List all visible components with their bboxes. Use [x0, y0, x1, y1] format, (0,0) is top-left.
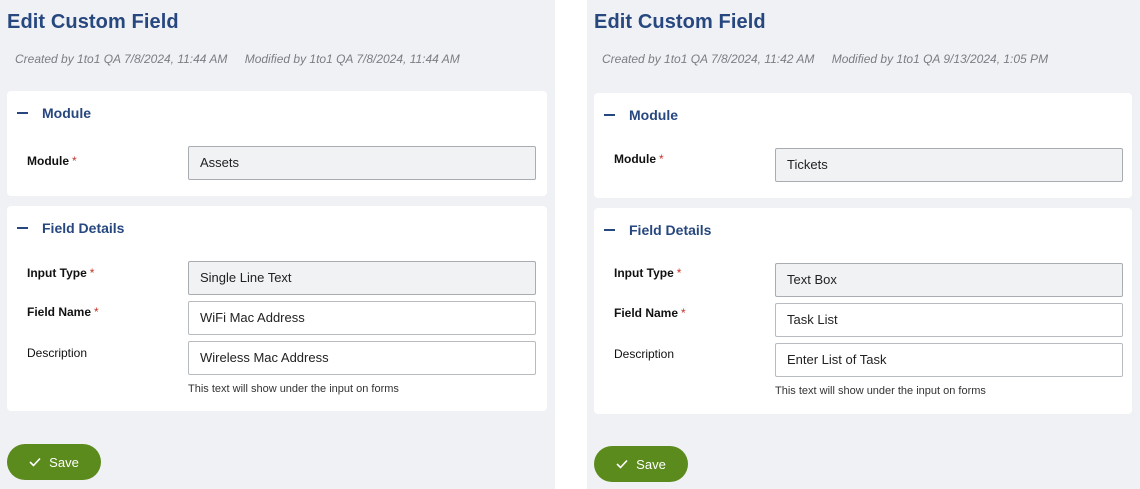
field-name-label: Field Name * — [614, 306, 686, 320]
module-section-toggle[interactable]: Module — [602, 107, 678, 123]
module-field: Assets — [188, 146, 536, 180]
module-section-toggle[interactable]: Module — [15, 105, 91, 121]
save-label: Save — [636, 456, 666, 472]
check-icon — [616, 459, 628, 469]
input-type-label: Input Type * — [614, 266, 682, 280]
section-title: Field Details — [42, 220, 125, 236]
input-type-label: Input Type * — [27, 266, 95, 280]
collapse-icon — [17, 112, 28, 114]
description-label: Description — [614, 347, 675, 361]
audit-info: Created by 1to1 QA 7/8/2024, 11:44 AM Mo… — [15, 52, 460, 66]
section-title: Module — [42, 105, 91, 121]
required-marker: * — [659, 152, 664, 166]
required-marker: * — [681, 306, 686, 320]
field-details-card: Field Details Input Type * Single Line Te… — [7, 206, 547, 411]
created-info: Created by 1to1 QA 7/8/2024, 11:42 AM — [602, 52, 815, 66]
page-title: Edit Custom Field — [594, 11, 766, 33]
module-label: Module * — [27, 154, 77, 168]
description-hint: This text will show under the input on f… — [188, 383, 399, 395]
collapse-icon — [17, 227, 28, 229]
input-type-field: Text Box — [775, 263, 1123, 297]
created-info: Created by 1to1 QA 7/8/2024, 11:44 AM — [15, 52, 228, 66]
save-button[interactable]: Save — [594, 446, 688, 482]
module-card: Module Module * Tickets — [594, 93, 1132, 198]
module-label: Module * — [614, 152, 664, 166]
section-title: Field Details — [629, 222, 712, 238]
save-button[interactable]: Save — [7, 444, 101, 480]
field-name-label: Field Name * — [27, 305, 99, 319]
modified-info: Modified by 1to1 QA 7/8/2024, 11:44 AM — [244, 52, 460, 66]
collapse-icon — [604, 229, 615, 231]
section-title: Module — [629, 107, 678, 123]
audit-info: Created by 1to1 QA 7/8/2024, 11:42 AM Mo… — [602, 52, 1048, 66]
edit-custom-field-panel-right: Edit Custom Field Created by 1to1 QA 7/8… — [587, 0, 1140, 489]
field-details-card: Field Details Input Type * Text Box Field… — [594, 208, 1132, 414]
page-title: Edit Custom Field — [7, 11, 179, 33]
required-marker: * — [72, 154, 77, 168]
collapse-icon — [604, 114, 615, 116]
field-details-section-toggle[interactable]: Field Details — [15, 220, 124, 236]
description-label: Description — [27, 346, 88, 360]
modified-info: Modified by 1to1 QA 9/13/2024, 1:05 PM — [831, 52, 1049, 66]
check-icon — [29, 457, 41, 467]
description-input[interactable]: Enter List of Task — [775, 343, 1123, 377]
field-name-input[interactable]: WiFi Mac Address — [188, 301, 536, 335]
field-name-input[interactable]: Task List — [775, 303, 1123, 337]
description-hint: This text will show under the input on f… — [775, 385, 986, 397]
input-type-field: Single Line Text — [188, 261, 536, 295]
module-field: Tickets — [775, 148, 1123, 182]
required-marker: * — [89, 266, 95, 280]
edit-custom-field-panel-left: Edit Custom Field Created by 1to1 QA 7/8… — [0, 0, 555, 489]
save-label: Save — [49, 454, 79, 470]
module-card: Module Module * Assets — [7, 91, 547, 196]
required-marker: * — [676, 266, 682, 280]
description-input[interactable]: Wireless Mac Address — [188, 341, 536, 375]
required-marker: * — [94, 305, 99, 319]
field-details-section-toggle[interactable]: Field Details — [602, 222, 711, 238]
